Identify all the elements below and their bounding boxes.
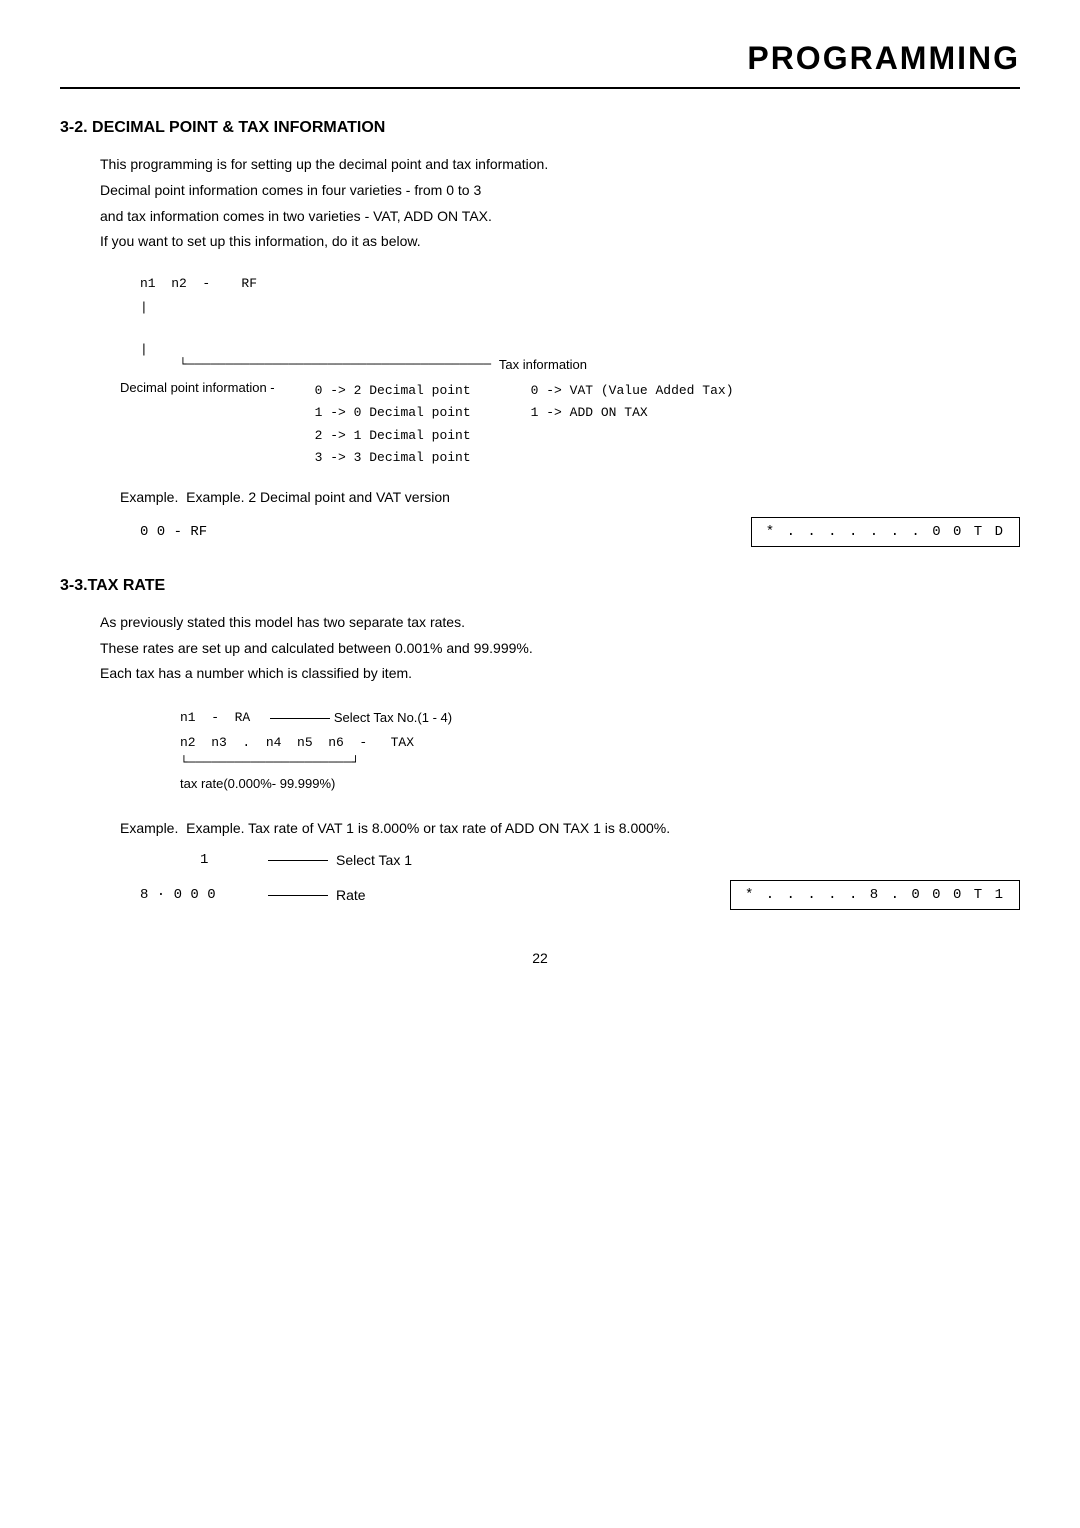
header-divider: [60, 87, 1020, 89]
tree-branch: [140, 319, 1080, 342]
decimal-row-1: 1 -> 0 Decimal point: [315, 402, 471, 424]
page-number: 22: [60, 950, 1020, 966]
diagram-33: n1 - RA Select Tax No.(1 - 4) n2 n3 . n4…: [180, 706, 1020, 796]
tax-info-label: Tax information: [499, 357, 587, 372]
diagram-32: n1 n2 - RF |: [140, 272, 1020, 342]
select-tax-arrow: [268, 860, 328, 861]
pipe-char: |: [140, 296, 148, 319]
page-header: PROGRAMMING: [60, 40, 1020, 77]
example-33-rate-left: 8 · 0 0 0 Rate: [140, 887, 366, 903]
example-33-select-label: Select Tax 1: [336, 852, 412, 868]
example-33-title: Example. Example. Tax rate of VAT 1 is 8…: [120, 820, 1020, 836]
decimal-row-3: 3 -> 3 Decimal point: [315, 447, 471, 469]
example-33-value2: 8 · 0 0 0: [140, 887, 260, 903]
diagram-line2: |: [140, 296, 1020, 319]
example-33-line2: 8 · 0 0 0 Rate * . . . . . 8 . 0 0 0 T 1: [120, 880, 1020, 910]
diag33-arrow: [270, 718, 330, 719]
section-32-para4: If you want to set up this information, …: [100, 230, 1020, 254]
diag33-select-label: Select Tax No.(1 - 4): [334, 706, 452, 731]
branch-line: └───────────────────────────────────────…: [140, 357, 1020, 372]
diag33-line1: n1 - RA Select Tax No.(1 - 4): [180, 706, 1020, 731]
page-title: PROGRAMMING: [60, 40, 1020, 77]
example-32-row: 0 0 - RF * . . . . . . . 0 0 T D: [140, 517, 1020, 547]
diag33-rate-label: tax rate(0.000%- 99.999%): [180, 772, 1020, 797]
decimal-col-values: 0 -> 2 Decimal point 1 -> 0 Decimal poin…: [315, 380, 471, 468]
example-32: Example. Example. 2 Decimal point and VA…: [120, 489, 1020, 547]
tax-row-0: 0 -> VAT (Value Added Tax): [531, 380, 734, 402]
diagram-line1: n1 n2 - RF: [140, 272, 1020, 295]
section-32-para1: This programming is for setting up the d…: [100, 153, 1020, 177]
decimal-label: Decimal point information -: [120, 380, 275, 395]
section-32: 3-2. DECIMAL POINT & TAX INFORMATION Thi…: [60, 119, 1020, 547]
section-33-para1: As previously stated this model has two …: [100, 611, 1020, 635]
arrow-tax-info: |: [140, 342, 1020, 357]
example-33-value1: 1: [200, 852, 260, 868]
section-32-para3: and tax information comes in two varieti…: [100, 205, 1020, 229]
branch-symbol: └───────────────────────────────────────: [140, 357, 499, 372]
pipe-indent: |: [140, 342, 148, 357]
decimal-col-label: Decimal point information -: [120, 380, 275, 395]
example-33-line1: 1 Select Tax 1: [200, 852, 1020, 868]
diag33-bracket: └─────────────────────┘: [180, 756, 1020, 770]
tax-col-values: 0 -> VAT (Value Added Tax) 1 -> ADD ON T…: [531, 380, 734, 424]
rate-arrow: [268, 895, 328, 896]
example-32-title: Example. Example. 2 Decimal point and VA…: [120, 489, 1020, 505]
decimal-row-2: 2 -> 1 Decimal point: [315, 425, 471, 447]
section-33-para3: Each tax has a number which is classifie…: [100, 662, 1020, 686]
diag33-n1ra: n1 - RA: [180, 706, 266, 731]
section-32-para2: Decimal point information comes in four …: [100, 179, 1020, 203]
section-32-title: 3-2. DECIMAL POINT & TAX INFORMATION: [60, 119, 1020, 137]
diagram-line3: [140, 319, 1020, 342]
example-33: Example. Example. Tax rate of VAT 1 is 8…: [120, 820, 1020, 910]
example-32-entry: 0 0 - RF: [140, 524, 207, 540]
tax-row-1: 1 -> ADD ON TAX: [531, 402, 734, 424]
section-33-body: As previously stated this model has two …: [100, 611, 1020, 686]
section-32-body: This programming is for setting up the d…: [100, 153, 1020, 254]
section-33-title: 3-3.TAX RATE: [60, 577, 1020, 595]
decimal-row-0: 0 -> 2 Decimal point: [315, 380, 471, 402]
example-33-display: * . . . . . 8 . 0 0 0 T 1: [730, 880, 1020, 910]
example-32-display: * . . . . . . . 0 0 T D: [751, 517, 1020, 547]
section-33-para2: These rates are set up and calculated be…: [100, 637, 1020, 661]
example-33-rate-label: Rate: [336, 887, 366, 903]
diag33-line2: n2 n3 . n4 n5 n6 - TAX: [180, 731, 1020, 756]
decimal-tax-table: Decimal point information - 0 -> 2 Decim…: [120, 380, 1020, 468]
section-33: 3-3.TAX RATE As previously stated this m…: [60, 577, 1020, 911]
